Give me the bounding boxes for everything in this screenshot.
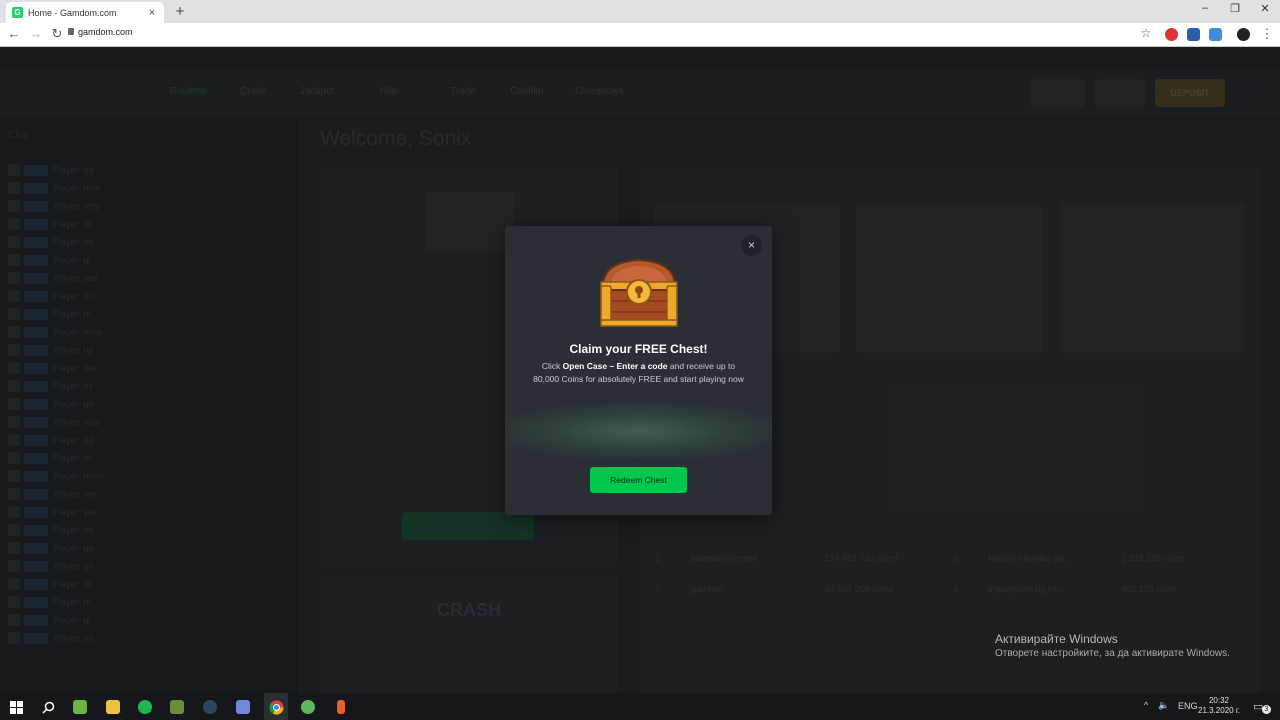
url-field[interactable]: gamdom.com [78,27,133,37]
window-close-button[interactable]: ✕ [1250,2,1280,15]
extension-icon[interactable] [1209,28,1222,41]
clock-date: 21.3.2020 г. [1198,706,1240,715]
tray-chevron-icon[interactable]: ^ [1144,700,1148,710]
volume-icon[interactable]: 🔈 [1158,700,1169,711]
language-indicator[interactable]: ENG [1178,701,1198,711]
extension-icon[interactable] [1187,28,1200,41]
profile-avatar[interactable] [1237,28,1250,41]
back-button[interactable]: ← [5,26,23,41]
browser-menu-icon[interactable]: ⋮ [1258,26,1276,42]
maximize-button[interactable]: ❐ [1220,2,1250,15]
browser-tab-strip: G Home - Gamdom.com × + – ❐ ✕ [0,0,1280,23]
search-icon[interactable] [38,697,58,717]
tab-title: Home - Gamdom.com [28,7,117,18]
extension-icon[interactable] [1165,28,1178,41]
utorrent-icon[interactable] [298,697,318,717]
lock-icon [68,28,74,35]
steam-icon[interactable] [200,697,220,717]
modal-text: Click [541,361,563,371]
redeem-chest-button[interactable]: Redeem Chest [590,467,687,493]
address-bar: ← → ↻ gamdom.com ☆ ⋮ [0,23,1280,47]
system-clock[interactable]: 20:32 21.3.2020 г. [1198,696,1240,716]
modal-description: Click Open Case – Enter a code and recei… [533,360,744,385]
taskbar [0,693,1280,720]
treasure-chest-icon [600,258,678,327]
free-chest-modal: × Claim your FREE Chest! Click Open Case… [505,226,772,515]
nvidia-icon[interactable] [70,697,90,717]
discord-icon[interactable] [233,697,253,717]
minecraft-icon[interactable] [167,697,187,717]
glow-effect [505,404,772,459]
spotify-icon[interactable] [135,697,155,717]
forward-button[interactable]: → [27,26,45,41]
file-explorer-icon[interactable] [103,697,123,717]
recorder-icon[interactable] [331,697,351,717]
modal-title: Claim your FREE Chest! [569,342,708,356]
notification-badge: 3 [1262,705,1271,714]
clock-time: 20:32 [1208,696,1229,705]
new-tab-button[interactable]: + [172,3,188,20]
modal-text-bold: Open Case – Enter a code [562,361,668,371]
bookmark-star-icon[interactable]: ☆ [1137,26,1155,40]
gamdom-favicon-icon: G [12,7,23,18]
tab-close-icon[interactable]: × [146,7,158,19]
windows-start-icon[interactable] [6,697,26,717]
chrome-icon[interactable] [266,697,286,717]
reload-button[interactable]: ↻ [48,26,66,42]
browser-tab[interactable]: G Home - Gamdom.com × [6,2,164,23]
minimize-button[interactable]: – [1190,2,1220,14]
activation-watermark-text: Отворете настройките, за да активирате W… [995,648,1230,659]
modal-close-button[interactable]: × [741,235,762,256]
activation-watermark-title: Активирайте Windows [995,632,1118,646]
